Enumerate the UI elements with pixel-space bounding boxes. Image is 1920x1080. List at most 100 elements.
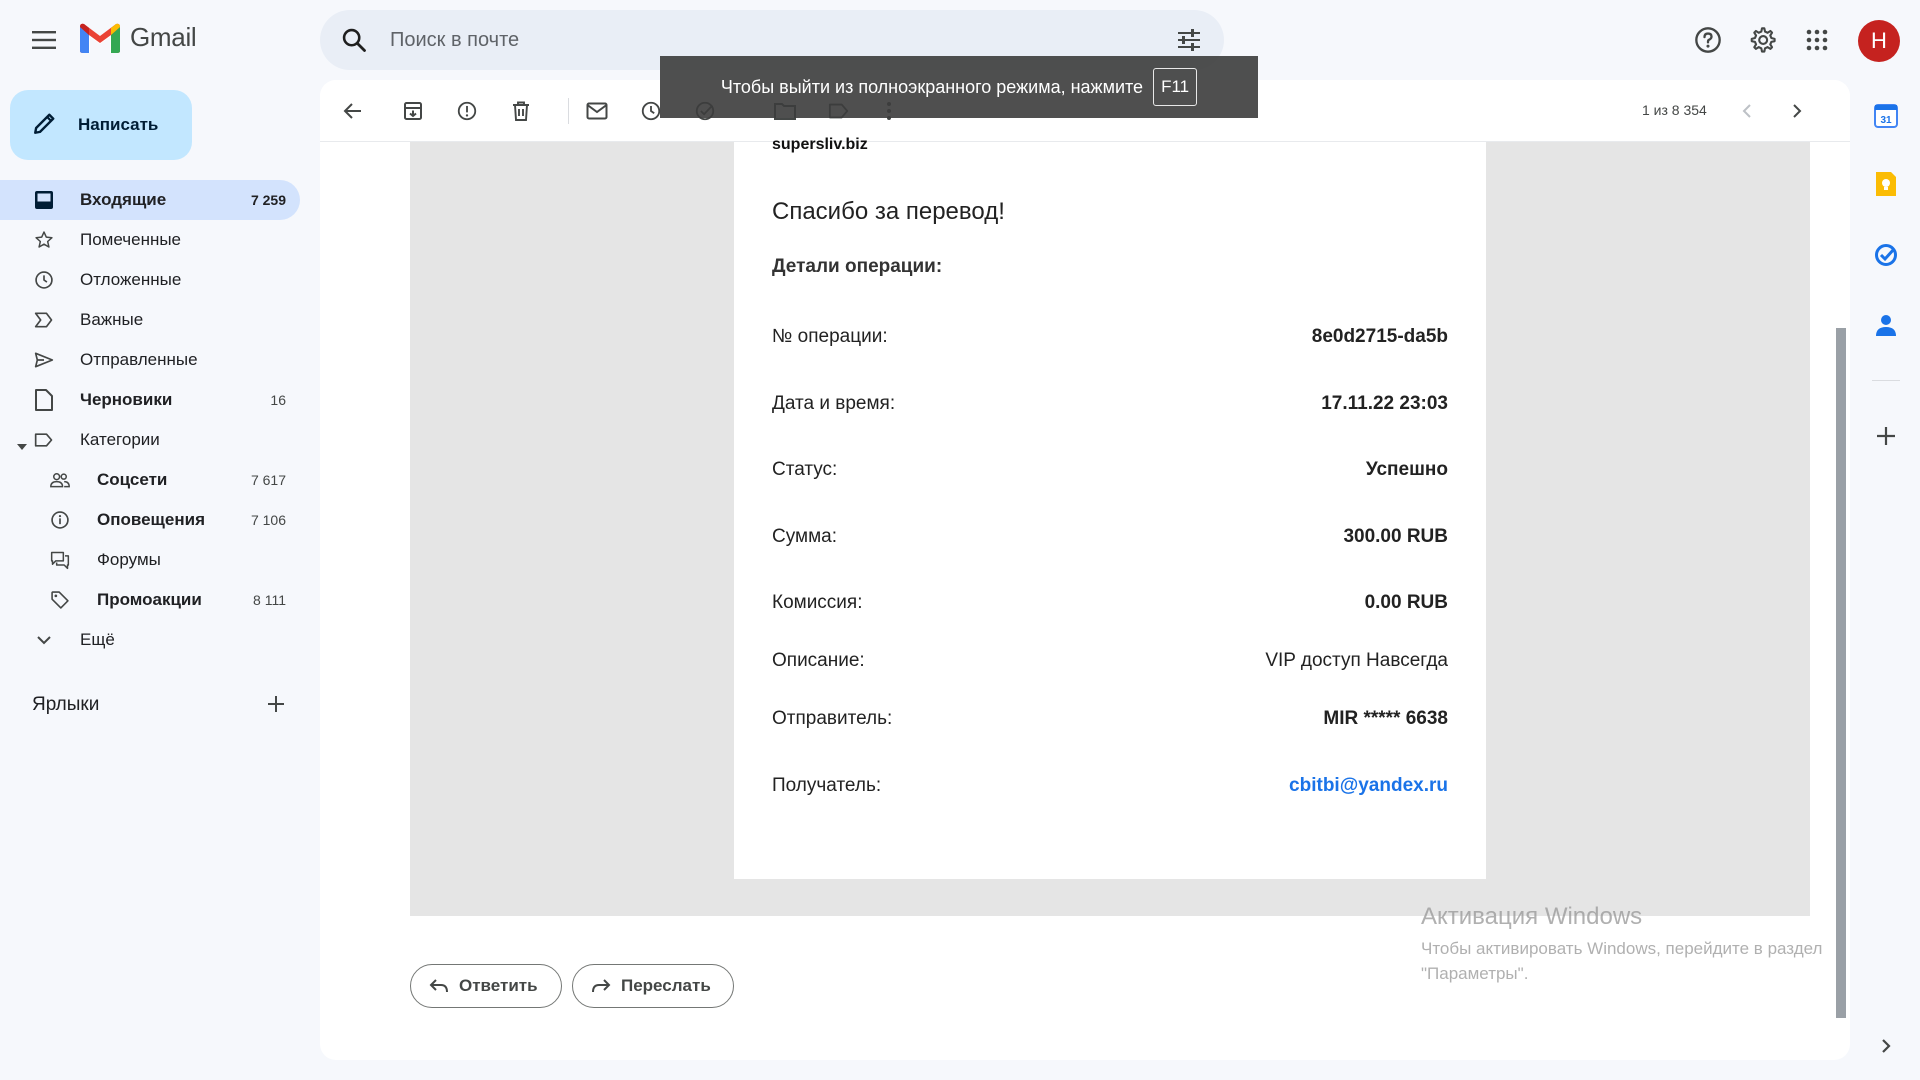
sidebar-item-promotions[interactable]: Промоакции 8 111 [0,580,300,620]
compose-label: Написать [78,115,159,134]
svg-text:31: 31 [1880,115,1892,126]
toolbar-divider [568,98,569,124]
contacts-app-icon[interactable] [1872,311,1900,339]
sender-domain: supersliv.biz [772,136,868,153]
detail-value: 0.00 RUB [1364,592,1448,613]
sidebar-item-updates[interactable]: Оповещения 7 106 [0,500,300,540]
calendar-app-icon[interactable]: 31 [1872,102,1900,130]
detail-key: Статус: [772,459,838,480]
recipient-email-link[interactable]: cbitbi@yandex.ru [1289,775,1448,797]
sidebar-item-categories[interactable]: Категории [0,420,300,460]
fullscreen-exit-toast: Чтобы выйти из полноэкранного режима, на… [660,56,1258,118]
sidebar-item-important[interactable]: Важные [0,300,300,340]
search-options-icon[interactable] [1176,28,1202,57]
detail-key: Описание: [772,650,865,671]
vertical-scrollbar[interactable] [1836,328,1846,1018]
unread-count: 7 617 [250,472,286,488]
labels-header: Ярлыки [32,694,100,715]
reply-label: Ответить [459,976,538,995]
detail-value: Успешно [1365,459,1448,480]
settings-gear-icon[interactable] [1742,20,1782,60]
unread-count: 7 259 [250,192,286,208]
report-spam-icon[interactable] [454,98,480,124]
sidebar-item-sent[interactable]: Отправленные [0,340,300,380]
forward-label: Переслать [621,976,711,995]
draft-file-icon [34,389,54,411]
main-menu-button[interactable] [28,24,60,56]
sidebar-item-label: Отправленные [80,350,198,369]
reply-button[interactable]: Ответить [410,964,562,1008]
info-icon [50,510,70,530]
caret-down-icon[interactable] [17,436,27,456]
sidebar-item-social[interactable]: Соцсети 7 617 [0,460,300,500]
detail-value: VIP доступ Навсегда [1265,650,1448,671]
sidebar-item-label: Важные [80,310,144,329]
important-marker-icon [34,310,54,330]
unread-count: 7 106 [250,512,286,528]
older-chevron-right-icon[interactable] [1784,98,1810,124]
price-tag-icon [50,590,70,610]
toast-key: F11 [1153,68,1198,106]
detail-value: 8e0d2715-da5b [1311,326,1448,347]
reply-arrow-icon [429,979,448,993]
back-arrow-icon[interactable] [340,98,366,124]
detail-key: Дата и время: [772,393,896,414]
sidebar-item-label: Форумы [97,550,161,569]
mark-unread-mail-icon[interactable] [584,98,610,124]
sidebar-item-label: Помеченные [80,230,182,249]
sidebar-item-label: Промоакции [97,590,202,609]
email-content: supersliv.biz Спасибо за перевод! Детали… [410,136,1810,916]
forward-button[interactable]: Переслать [572,964,734,1008]
sidebar-item-drafts[interactable]: Черновики 16 [0,380,300,420]
sidebar-item-label: Соцсети [97,470,168,489]
people-icon [50,470,70,490]
inbox-icon [34,190,54,210]
sidebar-item-more[interactable]: Ещё [0,620,300,660]
account-avatar[interactable]: Н [1858,20,1900,62]
receipt-card: supersliv.biz Спасибо за перевод! Детали… [734,136,1486,879]
chevron-down-icon [34,630,54,650]
label-tag-icon [34,430,54,450]
forward-arrow-icon [592,979,611,993]
sidebar-item-label: Отложенные [80,270,182,289]
search-input[interactable] [390,20,1090,60]
newer-chevron-left-icon[interactable] [1734,98,1760,124]
expand-panel-chevron-right-icon[interactable] [1872,1032,1900,1060]
sidebar-item-label: Черновики [80,390,173,409]
gmail-logo[interactable]: Gmail [80,22,197,53]
sidebar-item-label: Оповещения [97,510,205,529]
sidebar-item-starred[interactable]: Помеченные [0,220,300,260]
toast-text: Чтобы выйти из полноэкранного режима, на… [720,76,1144,97]
get-addons-plus-icon[interactable] [1872,422,1900,450]
pencil-icon [32,110,58,141]
details-title: Детали операции: [772,256,943,277]
search-icon[interactable] [340,26,368,59]
sidebar-item-inbox[interactable]: Входящие 7 259 [0,180,300,220]
detail-key: Комиссия: [772,592,863,613]
star-icon [34,230,54,250]
apps-grid-icon[interactable] [1797,20,1837,60]
tasks-app-icon[interactable] [1872,241,1900,269]
sidebar-item-label: Входящие [80,190,167,209]
help-icon[interactable] [1688,20,1728,60]
sidebar-item-snoozed[interactable]: Отложенные [0,260,300,300]
side-panel-divider [1872,380,1900,381]
keep-notes-app-icon[interactable] [1872,170,1900,198]
gmail-m-icon [80,23,120,53]
detail-value: MIR ***** 6638 [1323,708,1448,729]
compose-button[interactable]: Написать [10,90,192,160]
create-label-plus-icon[interactable] [266,694,286,719]
sidebar-item-forums[interactable]: Форумы [0,540,300,580]
detail-value: 300.00 RUB [1343,526,1448,547]
hamburger-icon [32,31,56,49]
archive-icon[interactable] [400,98,426,124]
draft-count: 16 [270,392,286,408]
avatar-initial: Н [1871,28,1887,53]
gmail-wordmark: Gmail [130,22,197,52]
windows-activation-title: Активация Windows [1421,903,1643,930]
pager-count: 1 из 8 354 [1642,102,1707,118]
trash-icon[interactable] [508,98,534,124]
detail-key: Сумма: [772,526,837,547]
sidebar-item-label: Категории [80,430,160,449]
forum-icon [50,550,70,570]
